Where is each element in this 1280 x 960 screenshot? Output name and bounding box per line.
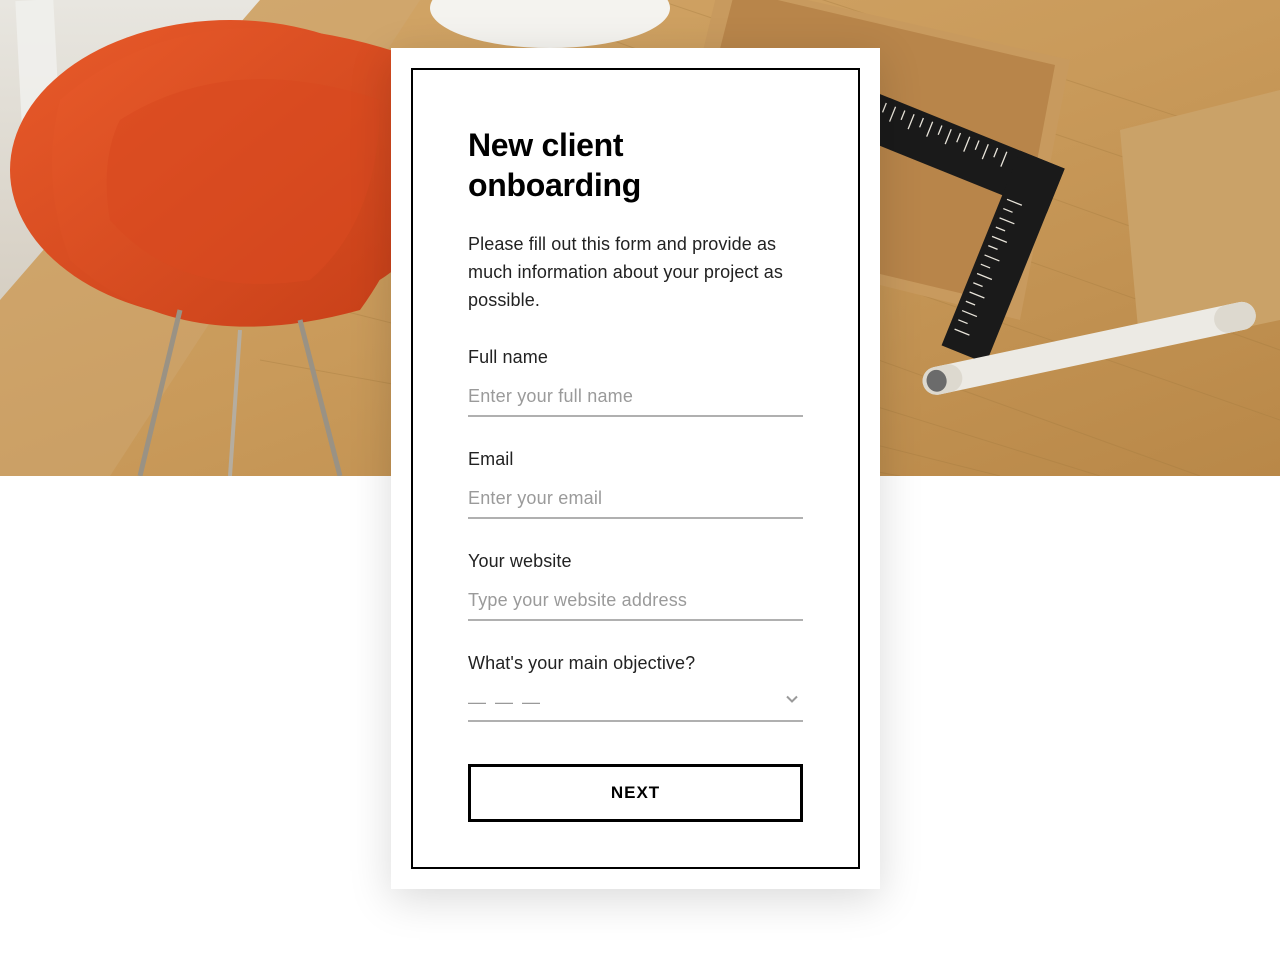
next-button[interactable]: NEXT — [468, 764, 803, 822]
onboarding-card: New client onboarding Please fill out th… — [391, 48, 880, 889]
form-title: New client onboarding — [468, 125, 803, 205]
objective-label: What's your main objective? — [468, 653, 803, 674]
objective-select-wrap: — — — — [468, 688, 803, 722]
field-group-email: Email — [468, 449, 803, 519]
fullname-input[interactable] — [468, 382, 803, 417]
website-label: Your website — [468, 551, 803, 572]
form-description: Please fill out this form and provide as… — [468, 231, 803, 315]
website-input[interactable] — [468, 586, 803, 621]
objective-select[interactable]: — — — — [468, 688, 803, 722]
field-group-website: Your website — [468, 551, 803, 621]
onboarding-card-inner: New client onboarding Please fill out th… — [411, 68, 860, 869]
email-label: Email — [468, 449, 803, 470]
field-group-objective: What's your main objective? — — — — [468, 653, 803, 722]
email-input[interactable] — [468, 484, 803, 519]
field-group-fullname: Full name — [468, 347, 803, 417]
fullname-label: Full name — [468, 347, 803, 368]
